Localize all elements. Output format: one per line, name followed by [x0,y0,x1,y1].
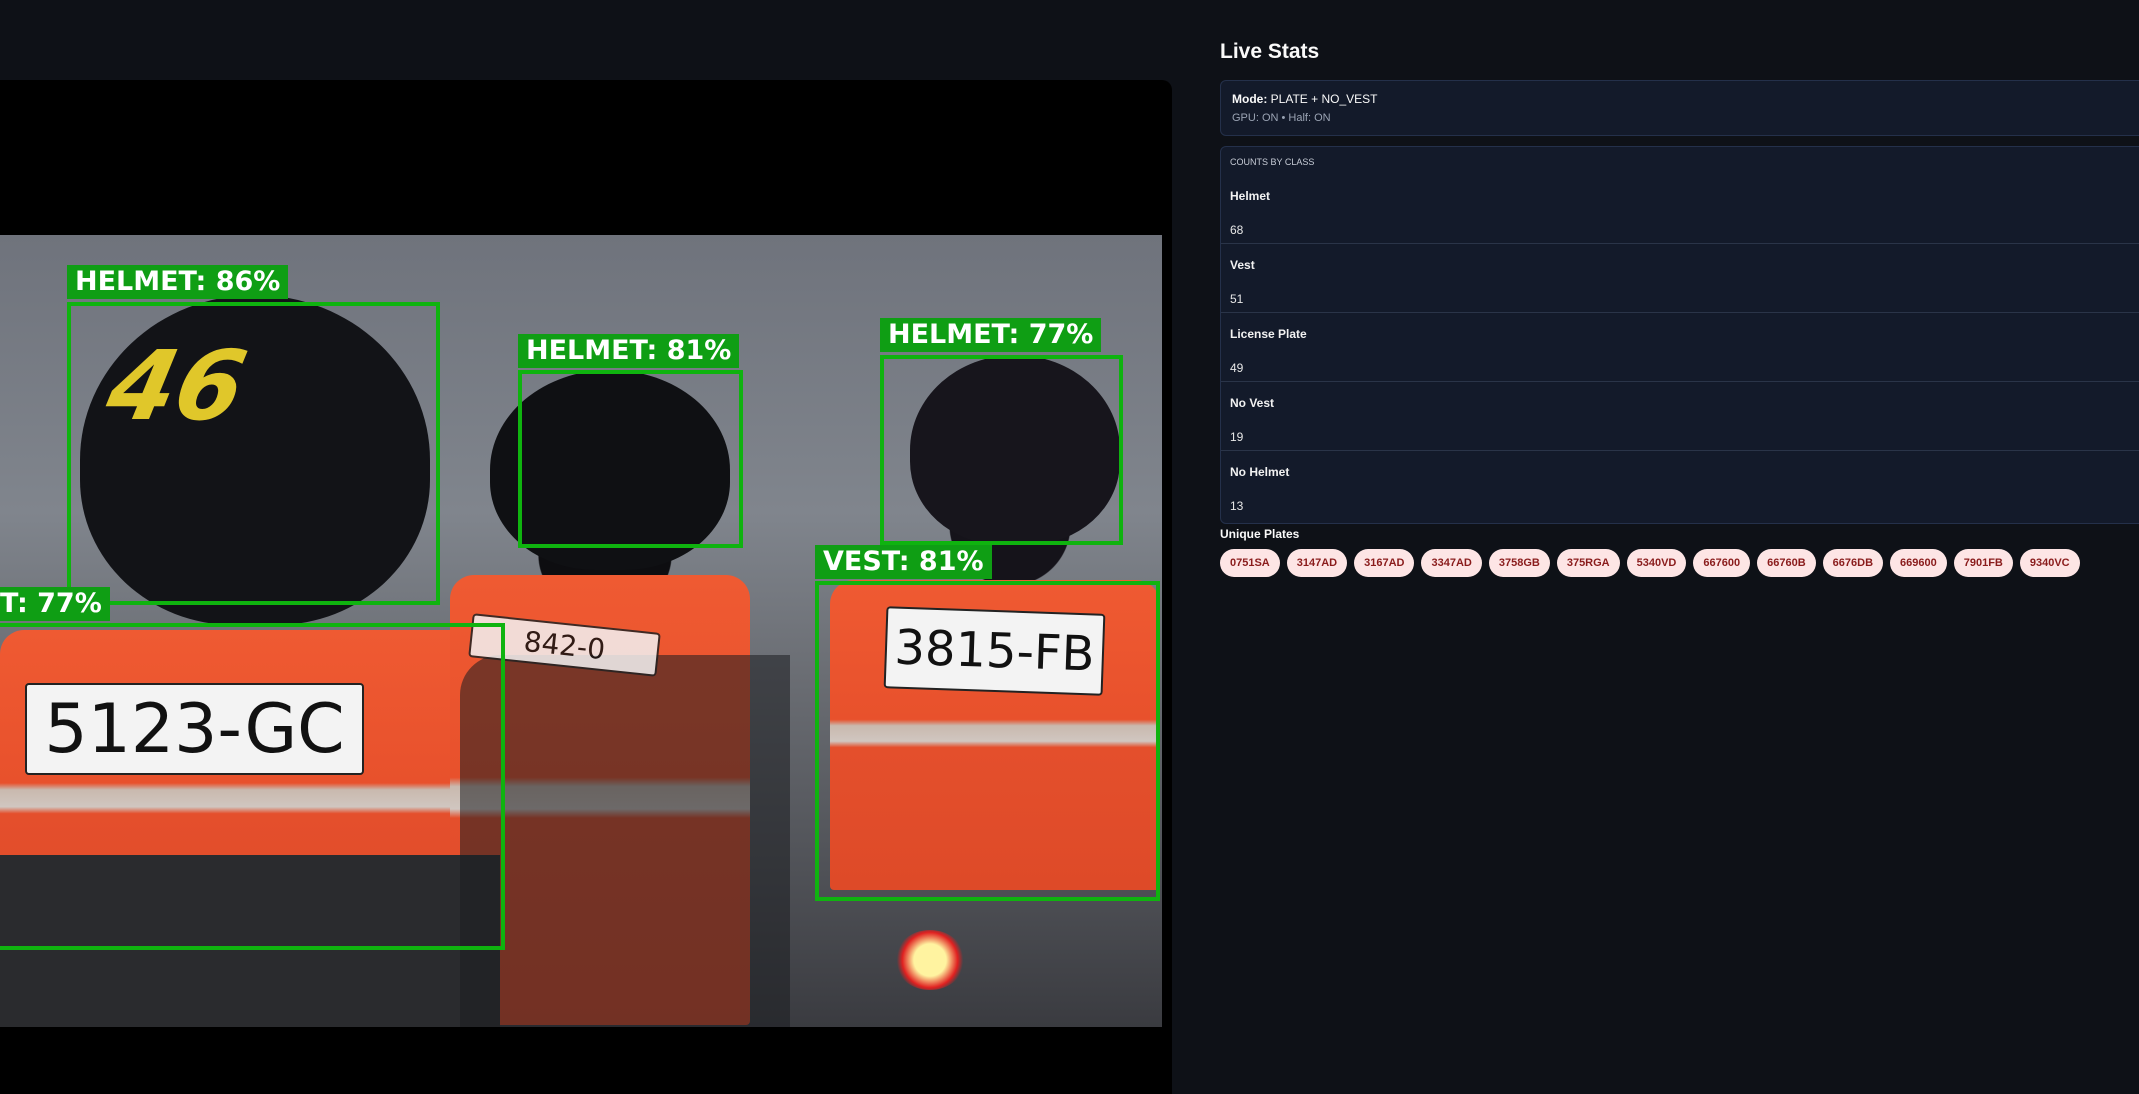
plate-chip: 5340VD [1626,549,1687,577]
count-value: 68 [1230,223,1244,237]
mode-value: PLATE + NO_VEST [1270,92,1378,106]
plate-chip: 7901FB [1953,549,2013,577]
plate-chip: 669600 [1890,549,1947,577]
counts-card: COUNTS BY CLASS Helmet 68 Vest 51 Licens… [1220,146,2139,524]
count-label: Helmet [1230,189,1271,203]
count-value: 19 [1230,430,1244,444]
plate-chip: 9340VC [2019,549,2080,577]
count-value: 13 [1230,499,1244,513]
detection-box-vest-1 [815,581,1160,901]
count-row-no-vest: No Vest 19 [1221,382,2139,451]
count-label: No Vest [1230,396,1275,410]
mode-line: Mode: PLATE + NO_VEST [1232,92,2138,106]
plate-chip: 0751SA [1220,549,1280,577]
count-value: 49 [1230,361,1244,375]
detection-box-vest-2 [0,623,505,950]
plate-chip: 3758GB [1488,549,1550,577]
detection-label-helmet-1: HELMET: 86% [67,265,289,299]
unique-plates-list: 0751SA 3147AD 3167AD 3347AD 3758GB 375RG… [1220,549,2080,577]
count-row-helmet: Helmet 68 [1221,175,2139,244]
counts-heading: COUNTS BY CLASS [1230,157,1315,167]
plate-chip: 667600 [1693,549,1751,577]
count-row-no-helmet: No Helmet 13 [1221,451,2139,520]
count-label: No Helmet [1230,465,1290,479]
mode-label: Mode: [1232,92,1268,106]
stats-title: Live Stats [1220,40,1320,63]
detection-label-helmet-3: HELMET: 77% [880,318,1102,352]
mode-card: Mode: PLATE + NO_VEST GPU: ON • Half: ON [1220,80,2139,136]
video-frame: 46 5123-GC 3815-FB 842-0 HELMET: 86% HEL… [0,235,1162,1027]
plate-chip: 6676DB [1822,549,1884,577]
detection-label-vest-1: VEST: 81% [815,545,992,579]
gpu-status: GPU: ON • Half: ON [1232,112,1331,124]
plate-chip: 3147AD [1286,549,1348,577]
detection-box-helmet-3 [880,355,1123,545]
detection-label-vest-2: T: 77% [0,587,110,621]
count-label: License Plate [1230,327,1307,341]
count-row-license-plate: License Plate 49 [1221,313,2139,382]
detection-label-helmet-2: HELMET: 81% [518,334,740,368]
detection-box-helmet-2 [518,370,743,548]
detection-box-helmet-1 [67,302,440,605]
tail-light [895,930,965,990]
unique-plates-title: Unique Plates [1220,527,1300,541]
count-value: 51 [1230,292,1244,306]
plate-chip: 375RGA [1556,549,1620,577]
plate-chip: 66760B [1757,549,1816,577]
count-label: Vest [1230,258,1255,272]
plate-chip: 3347AD [1421,549,1482,577]
plate-chip: 3167AD [1354,549,1415,577]
jacket [460,655,790,1027]
count-row-vest: Vest 51 [1221,244,2139,313]
video-panel: 46 5123-GC 3815-FB 842-0 HELMET: 86% HEL… [0,80,1172,1094]
